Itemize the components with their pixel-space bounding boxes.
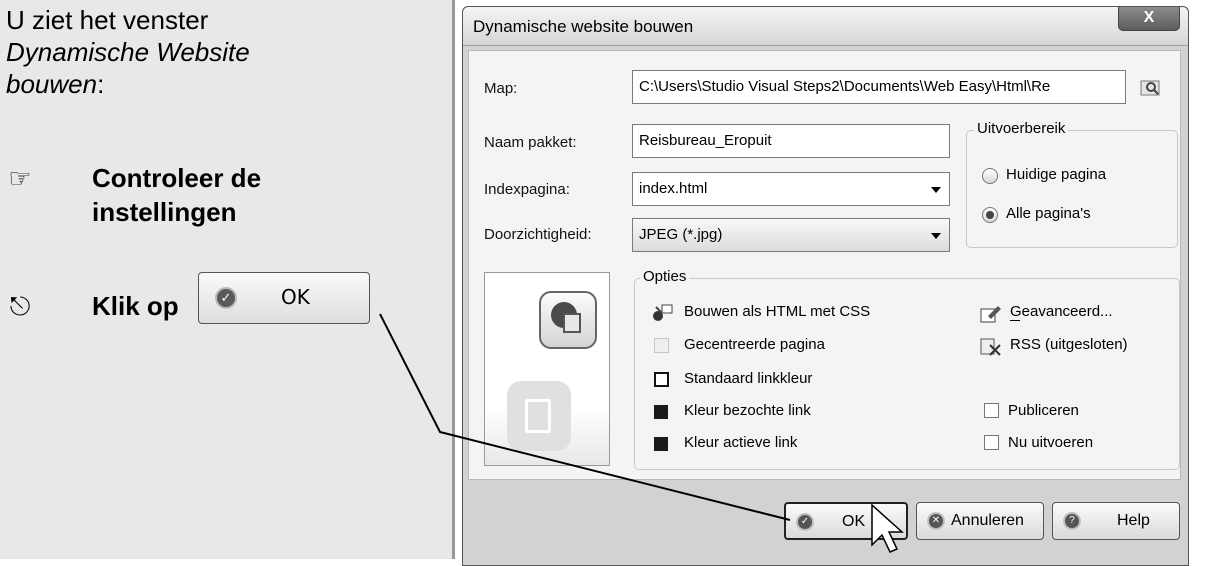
annotation-overlay [379,313,904,553]
pointer-line [379,313,791,521]
mouse-cursor-icon [871,503,904,553]
